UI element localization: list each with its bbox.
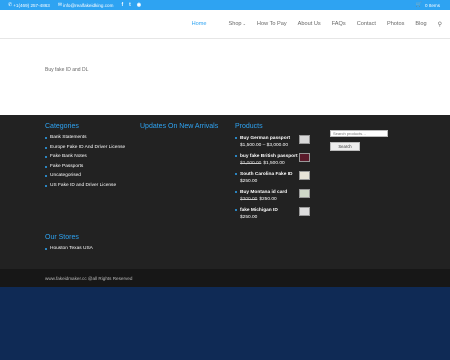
product-thumbnail[interactable] <box>299 153 310 162</box>
nav-item-about-us[interactable]: About Us <box>298 21 321 27</box>
nav-item-blog[interactable]: Blog <box>415 21 426 27</box>
stores-list: Houston Texas USA <box>45 246 135 253</box>
email-contact[interactable]: ✉ info@realfakeidking.com <box>58 2 114 8</box>
phone-icon: ✆ <box>8 2 13 8</box>
product-thumbnail[interactable] <box>299 189 310 198</box>
footer-bottom-bar: www.fakeidmaker.cc @all Rights Reserved <box>0 269 450 287</box>
cart-icon: 🛒 <box>415 2 422 8</box>
product-item[interactable]: Buy German passport $1,500.00 – $3,000.0… <box>235 135 315 149</box>
category-link[interactable]: Fake Bank Notes <box>45 154 135 161</box>
nav-item-photos[interactable]: Photos <box>387 21 404 27</box>
facebook-icon[interactable]: f <box>121 2 123 8</box>
product-current-price: $250.00 <box>240 215 258 220</box>
email-address: info@realfakeidking.com <box>63 2 114 8</box>
product-search-input[interactable] <box>330 130 388 137</box>
product-name[interactable]: fake Michigan ID <box>240 207 298 214</box>
main-nav: Home Shop⌄ How To Pay About Us FAQs Cont… <box>181 21 442 28</box>
product-name[interactable]: South Carolina Fake ID <box>240 171 298 178</box>
chevron-down-icon: ⌄ <box>242 21 246 26</box>
stores-title: Our Stores <box>45 234 79 241</box>
main-content: Buy fake ID and DL <box>0 39 450 115</box>
nav-item-shop-label: Shop <box>228 21 242 27</box>
phone-contact[interactable]: ✆ +1(469) 257-4863 <box>8 2 50 8</box>
product-current-price: $250.00 <box>240 179 258 184</box>
copyright-text: www.fakeidmaker.cc @all Rights Reserved <box>45 275 133 281</box>
product-current-price: $1,500.00 – $3,000.00 <box>240 143 289 148</box>
products-widget: Products Buy German passport $1,500.00 –… <box>235 122 315 225</box>
store-link[interactable]: Houston Texas USA <box>45 246 135 253</box>
product-name[interactable]: buy fake British passport <box>240 153 298 160</box>
nav-item-shop[interactable]: Shop⌄ <box>217 21 245 27</box>
new-arrivals-title: Updates On New Arrivals <box>140 123 219 130</box>
phone-number: +1(469) 257-4863 <box>13 2 50 8</box>
product-old-price: $300.00 <box>240 197 258 202</box>
category-link[interactable]: Europe Fake ID And Driver License <box>45 145 135 152</box>
email-icon: ✉ <box>57 2 63 8</box>
nav-item-faqs[interactable]: FAQs <box>332 21 346 27</box>
stores-widget: Our Stores Houston Texas USA <box>45 233 135 256</box>
categories-widget: Categories Bank Statements Europe Fake I… <box>45 122 135 192</box>
new-arrivals-widget: Updates On New Arrivals <box>140 122 230 135</box>
product-thumbnail[interactable] <box>299 135 310 144</box>
search-icon[interactable]: ⚲ <box>438 21 442 28</box>
category-link[interactable]: Bank Statements <box>45 135 135 142</box>
product-item[interactable]: buy fake British passport $2,000.00 $1,50… <box>235 153 315 167</box>
product-search-widget: Search <box>330 122 410 151</box>
site-header: Home Shop⌄ How To Pay About Us FAQs Cont… <box>0 10 450 39</box>
products-title: Products <box>235 123 263 130</box>
product-thumbnail[interactable] <box>299 171 310 180</box>
cart-count: 0 Items <box>424 2 440 8</box>
footer-widgets: Categories Bank Statements Europe Fake I… <box>0 115 450 269</box>
search-button[interactable]: Search <box>330 141 360 151</box>
nav-item-home[interactable]: Home <box>192 21 207 27</box>
categories-title: Categories <box>45 123 79 130</box>
category-link[interactable]: Uncategorised <box>45 173 135 180</box>
product-item[interactable]: fake Michigan ID $250.00 <box>235 207 315 221</box>
cart-link[interactable]: 🛒 0 Items <box>416 2 440 8</box>
product-thumbnail[interactable] <box>299 207 310 216</box>
product-name[interactable]: Buy Montana id card <box>240 189 298 196</box>
page-text: Buy fake ID and DL <box>45 67 89 73</box>
product-current-price: $1,500.00 <box>263 161 285 166</box>
twitter-icon[interactable]: t <box>129 2 131 8</box>
nav-item-contact[interactable]: Contact <box>357 21 376 27</box>
categories-list: Bank Statements Europe Fake ID And Drive… <box>45 135 135 189</box>
category-link[interactable]: US Fake ID and Driver License <box>45 183 135 190</box>
category-link[interactable]: Fake Passports <box>45 164 135 171</box>
product-item[interactable]: Buy Montana id card $300.00 $250.00 <box>235 189 315 203</box>
rss-icon[interactable]: ◉ <box>137 2 141 8</box>
top-bar: ✆ +1(469) 257-4863 ✉ info@realfakeidking… <box>0 0 450 10</box>
product-old-price: $2,000.00 <box>240 161 262 166</box>
product-name[interactable]: Buy German passport <box>240 135 298 142</box>
product-item[interactable]: South Carolina Fake ID $250.00 <box>235 171 315 185</box>
product-current-price: $250.00 <box>259 197 277 202</box>
nav-item-how-to-pay[interactable]: How To Pay <box>257 21 287 27</box>
